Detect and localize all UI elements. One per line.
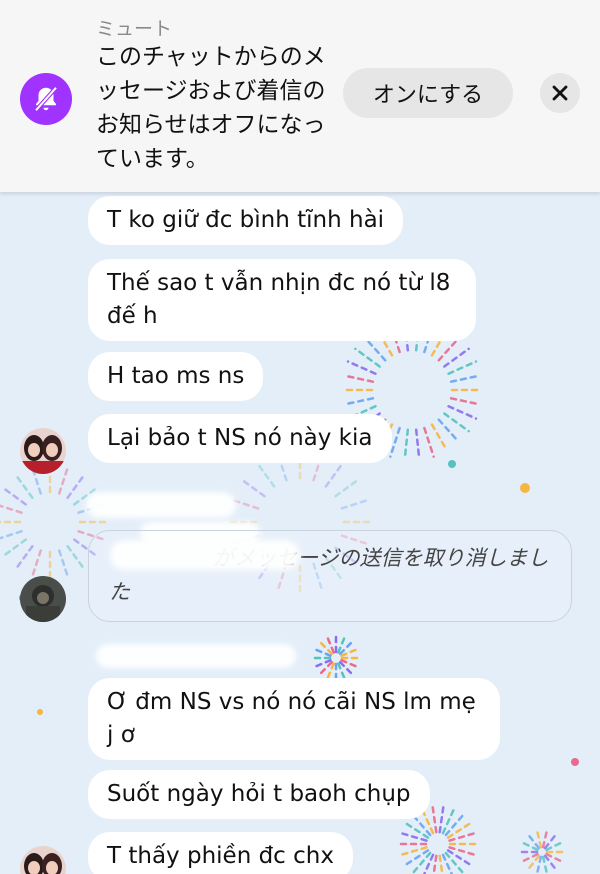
message-bubble[interactable]: T ko giữ đc bình tĩnh hài [88,196,404,245]
message-bubble[interactable]: H tao ms ns [88,352,264,401]
message-text: T ko giữ đc bình tĩnh hài [107,207,385,233]
avatar[interactable] [20,576,66,622]
message-bubble[interactable]: Lại bảo t NS nó này kia [88,414,392,463]
message-bubble[interactable]: Thế sao t vẫn nhịn đc nó từ l8 đế h [88,259,476,341]
bell-off-icon [20,73,72,125]
message-text: T thấy phiền đc chx [107,843,334,869]
redacted-name [110,540,300,570]
avatar[interactable] [20,428,66,474]
message-text: Lại bảo t NS nó này kia [107,425,373,451]
close-icon[interactable] [540,73,580,113]
message-text: Suốt ngày hỏi t baoh chụp [107,781,411,807]
chat-thread: T ko giữ đc bình tĩnh hài Thế sao t vẫn … [0,192,600,874]
message-bubble[interactable]: Suốt ngày hỏi t baoh chụp [88,770,430,819]
message-text: H tao ms ns [107,363,245,389]
banner-label: ミュート [96,18,173,40]
message-bubble[interactable]: Ơ đm NS vs nó nó cãi NS lm mẹ j ơ [88,678,500,760]
redacted-name [96,644,296,668]
message-text: Ơ đm NS vs nó nó cãi NS lm mẹ j ơ [107,689,476,748]
redacted-name [86,492,236,518]
message-text: Thế sao t vẫn nhịn đc nó từ l8 đế h [107,270,451,329]
message-bubble[interactable]: T thấy phiền đc chx [88,832,353,874]
banner-message: このチャットからのメッセージおよび着信のお知らせはオフになっています。 [96,44,326,172]
mute-banner: ミュート このチャットからのメッセージおよび着信のお知らせはオフになっています。… [0,0,600,192]
turn-on-button[interactable]: オンにする [343,68,513,118]
